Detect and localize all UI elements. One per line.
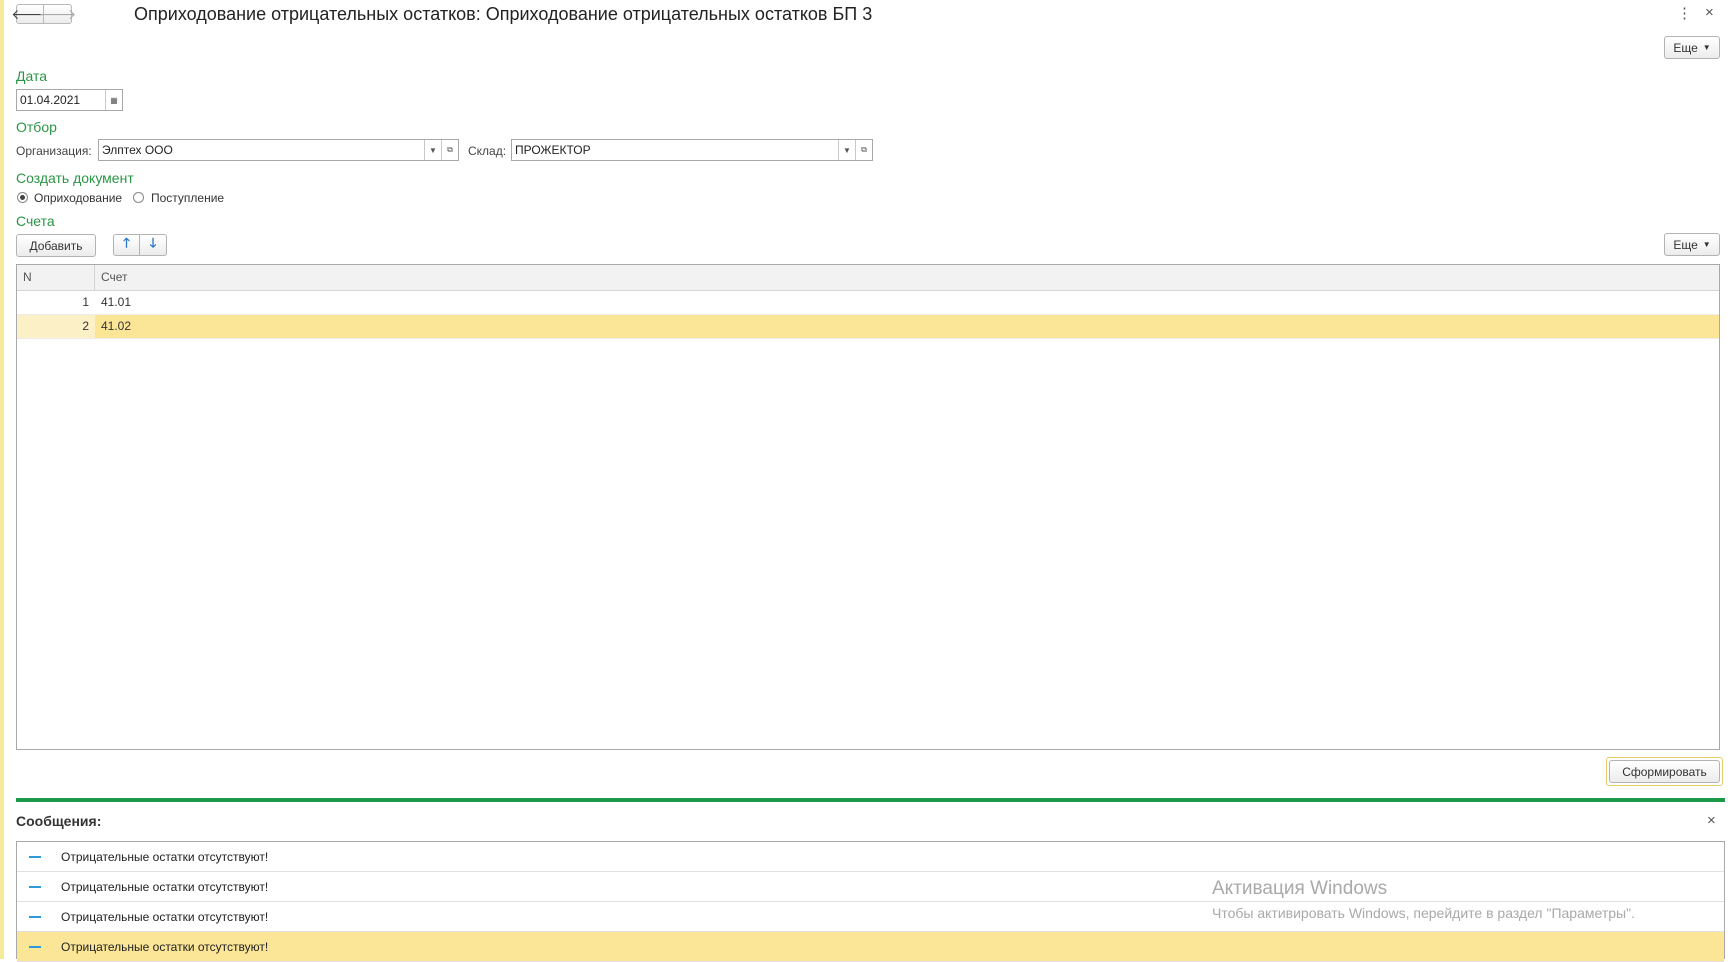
message-dash-icon: [29, 885, 41, 888]
date-field[interactable]: 01.04.2021 ▦: [16, 89, 123, 111]
message-text: Отрицательные остатки отсутствуют!: [61, 879, 269, 894]
radio-postuplenie[interactable]: [133, 192, 144, 203]
row-account: 41.01: [101, 295, 132, 309]
message-dash-icon: [29, 945, 41, 948]
left-accent-strip: [0, 0, 4, 959]
table-more-label: Еще: [1673, 237, 1698, 252]
message-text: Отрицательные остатки отсутствуют!: [61, 849, 269, 864]
organization-label: Организация:: [16, 144, 92, 158]
radio-oprihodovanie-label[interactable]: Оприходование: [34, 191, 122, 205]
accounts-group-title: Счета: [16, 213, 55, 229]
add-button[interactable]: Добавить: [16, 234, 96, 257]
arrow-down-icon: 🡓: [149, 235, 157, 250]
chevron-down-icon: ▼: [1702, 240, 1711, 249]
message-dash-icon: [29, 855, 41, 858]
add-button-label: Добавить: [29, 238, 83, 253]
date-group-title: Дата: [16, 68, 48, 84]
message-dash-icon: [29, 915, 41, 918]
message-item[interactable]: Отрицательные остатки отсутствуют!: [17, 932, 1724, 962]
dropdown-icon[interactable]: ▼: [424, 140, 441, 160]
radio-postuplenie-label[interactable]: Поступление: [151, 191, 224, 205]
table-more-button[interactable]: Еще ▼: [1664, 233, 1720, 256]
message-item[interactable]: Отрицательные остатки отсутствуют!: [17, 842, 1724, 872]
open-icon[interactable]: ⧉: [441, 140, 458, 160]
page-title: Оприходование отрицательных остатков: Оп…: [134, 4, 873, 24]
watermark-subtitle: Чтобы активировать Windows, перейдите в …: [1212, 905, 1635, 921]
row-number: 2: [17, 315, 95, 338]
column-header-n[interactable]: N: [17, 265, 95, 290]
generate-button[interactable]: Сформировать: [1609, 760, 1720, 783]
arrow-right-icon: 🡒: [38, 5, 77, 22]
warehouse-field[interactable]: ПРОЖЕКТОР ▼ ⧉: [511, 139, 873, 161]
message-text: Отрицательные остатки отсутствуют!: [61, 939, 269, 954]
close-icon[interactable]: ×: [1705, 4, 1714, 21]
create-document-group-title: Создать документ: [16, 170, 134, 186]
messages-title: Сообщения:: [16, 813, 102, 829]
arrow-up-icon: 🡑: [123, 235, 130, 250]
row-number: 1: [82, 295, 89, 309]
calendar-icon[interactable]: ▦: [105, 90, 122, 110]
organization-field[interactable]: Элптех ООО ▼ ⧉: [98, 139, 459, 161]
messages-close-icon[interactable]: ×: [1707, 812, 1716, 829]
table-header: N Счет: [17, 265, 1719, 291]
form-more-button[interactable]: Еще ▼: [1664, 36, 1720, 59]
windows-activation-watermark: Активация Windows Чтобы активировать Win…: [1212, 878, 1635, 921]
generate-button-focus: Сформировать: [1606, 757, 1723, 786]
column-header-account[interactable]: Счет: [95, 265, 1719, 290]
more-menu-icon[interactable]: ⋮: [1677, 4, 1692, 22]
radio-oprihodovanie[interactable]: [17, 192, 28, 203]
dropdown-icon[interactable]: ▼: [838, 140, 855, 160]
organization-field-value: Элптех ООО: [102, 143, 173, 157]
messages-separator: [16, 798, 1725, 802]
watermark-title: Активация Windows: [1212, 878, 1388, 899]
move-up-button[interactable]: 🡑: [113, 234, 140, 256]
filter-group-title: Отбор: [16, 119, 57, 135]
chevron-down-icon: ▼: [1702, 43, 1711, 52]
move-down-button[interactable]: 🡓: [140, 234, 167, 256]
table-row[interactable]: 2 41.02: [17, 315, 1719, 339]
warehouse-label: Склад:: [468, 144, 507, 158]
forward-button[interactable]: 🡒: [39, 4, 76, 24]
form-more-label: Еще: [1673, 40, 1698, 55]
date-field-value: 01.04.2021: [20, 93, 81, 107]
row-account: 41.02: [95, 315, 1719, 338]
open-icon[interactable]: ⧉: [855, 140, 872, 160]
accounts-table[interactable]: N Счет 1 41.01 2 41.02: [16, 264, 1720, 750]
message-text: Отрицательные остатки отсутствуют!: [61, 909, 269, 924]
table-row[interactable]: 1 41.01: [17, 291, 1719, 315]
warehouse-field-value: ПРОЖЕКТОР: [515, 143, 591, 157]
generate-button-label: Сформировать: [1622, 764, 1707, 779]
